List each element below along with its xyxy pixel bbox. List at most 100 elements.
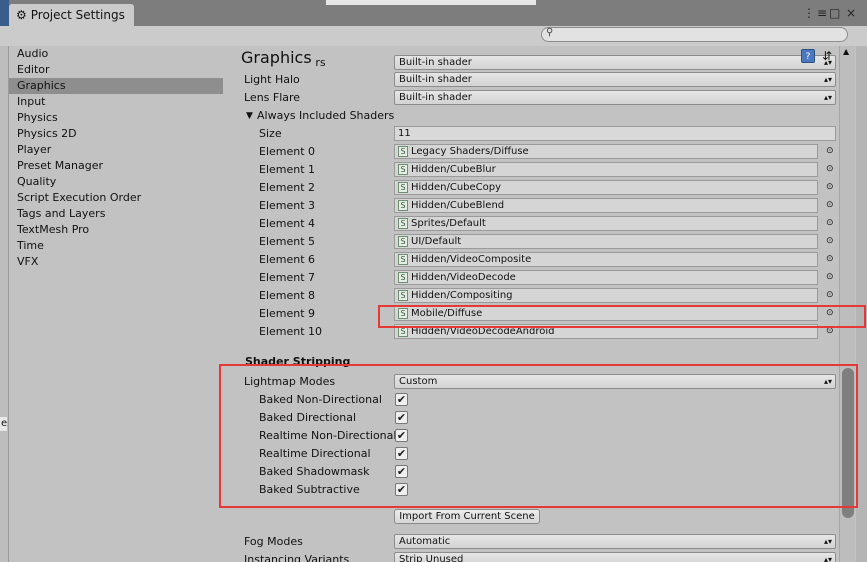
- checkmark-icon: ✔: [396, 483, 407, 496]
- shader-object-field[interactable]: S Sprites/Default: [394, 216, 818, 231]
- shader-name: Hidden/CubeBlur: [411, 164, 496, 175]
- object-picker-icon[interactable]: ⊙: [826, 183, 834, 192]
- always-included-foldout[interactable]: ▼ Always Included Shaders: [233, 107, 839, 125]
- scroll-up-arrow-icon[interactable]: ▲: [843, 47, 849, 56]
- lightmap-modes-dropdown[interactable]: Custom ▴▾: [394, 374, 836, 389]
- dropdown-arrow-icon: ▴▾: [823, 377, 832, 386]
- fog-modes-value: Automatic: [399, 536, 451, 547]
- shader-object-field[interactable]: S Hidden/VideoDecode: [394, 270, 818, 285]
- sidebar-item-preset-manager[interactable]: Preset Manager: [9, 158, 223, 174]
- object-picker-icon[interactable]: ⊙: [826, 309, 834, 318]
- checkbox[interactable]: ✔: [395, 447, 408, 460]
- instancing-variants-dropdown[interactable]: Strip Unused ▴▾: [394, 552, 836, 562]
- tab-list-icon[interactable]: ≡: [817, 6, 827, 20]
- light-halo-row: Light Halo Built-in shader ▴▾: [233, 71, 839, 89]
- shader-object-field[interactable]: S Mobile/Diffuse: [394, 306, 818, 321]
- sidebar-item-textmesh-pro[interactable]: TextMesh Pro: [9, 222, 223, 238]
- shader-element-row: Element 1 S Hidden/CubeBlur ⊙: [233, 161, 839, 179]
- shader-object-field[interactable]: S Hidden/CubeBlend: [394, 198, 818, 213]
- lens-flare-dropdown[interactable]: Built-in shader ▴▾: [394, 90, 836, 105]
- shader-file-icon: S: [398, 200, 408, 211]
- checkbox[interactable]: ✔: [395, 483, 408, 496]
- shader-object-field[interactable]: S Hidden/VideoDecodeAndroid: [394, 324, 818, 339]
- element-label: Element 7: [259, 271, 316, 284]
- element-label: Element 4: [259, 217, 316, 230]
- object-picker-icon[interactable]: ⊙: [826, 219, 834, 228]
- object-picker-icon[interactable]: ⊙: [826, 165, 834, 174]
- sidebar-item-vfx[interactable]: VFX: [9, 254, 223, 270]
- dropdown-arrow-icon: ▴▾: [823, 537, 832, 546]
- shader-name: Hidden/Compositing: [411, 290, 513, 301]
- checkbox[interactable]: ✔: [395, 393, 408, 406]
- object-picker-icon[interactable]: ⊙: [826, 273, 834, 282]
- object-picker-icon[interactable]: ⊙: [826, 201, 834, 210]
- size-field[interactable]: 11: [394, 126, 836, 141]
- shader-object-field[interactable]: S Hidden/Compositing: [394, 288, 818, 303]
- lightmap-modes-label: Lightmap Modes: [244, 375, 336, 388]
- sidebar-item-input[interactable]: Input: [9, 94, 223, 110]
- sidebar-item-editor[interactable]: Editor: [9, 62, 223, 78]
- checkbox[interactable]: ✔: [395, 465, 408, 478]
- fog-modes-dropdown[interactable]: Automatic ▴▾: [394, 534, 836, 549]
- fog-modes-row: Fog Modes Automatic ▴▾: [233, 533, 839, 551]
- vertical-scrollbar[interactable]: ▲: [839, 46, 855, 562]
- shader-object-field[interactable]: S Hidden/VideoComposite: [394, 252, 818, 267]
- motion-vectors-row: Motion Vectors Built-in shader ▴▾: [233, 54, 839, 72]
- search-icon: ⚲: [546, 27, 554, 38]
- element-label: Element 2: [259, 181, 316, 194]
- foldout-arrow-icon[interactable]: ▼: [246, 111, 253, 121]
- shader-object-field[interactable]: S UI/Default: [394, 234, 818, 249]
- maximize-icon[interactable]: □: [829, 6, 840, 20]
- help-book-icon[interactable]: ?: [801, 49, 815, 63]
- lens-flare-row: Lens Flare Built-in shader ▴▾: [233, 89, 839, 107]
- shader-name: Hidden/VideoComposite: [411, 254, 532, 265]
- checkmark-icon: ✔: [396, 465, 407, 478]
- shader-file-icon: S: [398, 272, 408, 283]
- lightmap-modes-row: Lightmap Modes Custom ▴▾: [233, 373, 839, 391]
- preset-sliders-icon[interactable]: ⇵: [820, 49, 834, 63]
- sidebar-item-time[interactable]: Time: [9, 238, 223, 254]
- check-label: Realtime Directional: [259, 447, 371, 460]
- light-halo-dropdown[interactable]: Built-in shader ▴▾: [394, 72, 836, 87]
- sidebar-item-graphics[interactable]: Graphics: [9, 78, 223, 94]
- object-picker-icon[interactable]: ⊙: [826, 255, 834, 264]
- sidebar-item-physics-2d[interactable]: Physics 2D: [9, 126, 223, 142]
- checkbox[interactable]: ✔: [395, 411, 408, 424]
- sidebar-item-tags-and-layers[interactable]: Tags and Layers: [9, 206, 223, 222]
- shader-element-row: Element 6 S Hidden/VideoComposite ⊙: [233, 251, 839, 269]
- lightmap-check-row: Baked Non-Directional ✔: [233, 391, 839, 409]
- sidebar-item-script-execution-order[interactable]: Script Execution Order: [9, 190, 223, 206]
- shader-object-field[interactable]: S Hidden/CubeBlur: [394, 162, 818, 177]
- object-picker-icon[interactable]: ⊙: [826, 147, 834, 156]
- close-icon[interactable]: ×: [846, 6, 856, 20]
- checkmark-icon: ✔: [396, 411, 407, 424]
- settings-toolbar: ⚲: [0, 26, 867, 46]
- shader-file-icon: S: [398, 308, 408, 319]
- motion-vectors-dropdown[interactable]: Built-in shader ▴▾: [394, 55, 836, 70]
- dropdown-arrow-icon: ▴▾: [823, 555, 832, 562]
- sidebar-item-physics[interactable]: Physics: [9, 110, 223, 126]
- sidebar-item-player[interactable]: Player: [9, 142, 223, 158]
- shader-name: Legacy Shaders/Diffuse: [411, 146, 529, 157]
- shader-object-field[interactable]: S Hidden/CubeCopy: [394, 180, 818, 195]
- light-halo-label: Light Halo: [244, 73, 300, 86]
- object-picker-icon[interactable]: ⊙: [826, 237, 834, 246]
- object-picker-icon[interactable]: ⊙: [826, 291, 834, 300]
- lightmap-check-row: Realtime Non-Directional ✔: [233, 427, 839, 445]
- window-title: Project Settings: [30, 8, 125, 22]
- sidebar-item-quality[interactable]: Quality: [9, 174, 223, 190]
- shader-file-icon: S: [398, 146, 408, 157]
- lens-flare-label: Lens Flare: [244, 91, 301, 104]
- kebab-menu-icon[interactable]: ⋮: [803, 6, 815, 20]
- import-from-current-scene-button[interactable]: Import From Current Scene: [394, 509, 540, 524]
- element-label: Element 0: [259, 145, 316, 158]
- project-settings-tab[interactable]: ⚙ Project Settings: [9, 4, 134, 26]
- checkbox[interactable]: ✔: [395, 429, 408, 442]
- sidebar-item-audio[interactable]: Audio: [9, 46, 223, 62]
- checkmark-icon: ✔: [396, 447, 407, 460]
- search-input[interactable]: ⚲: [541, 27, 848, 42]
- shader-object-field[interactable]: S Legacy Shaders/Diffuse: [394, 144, 818, 159]
- scrollbar-thumb[interactable]: [842, 368, 854, 518]
- object-picker-icon[interactable]: ⊙: [826, 327, 834, 336]
- instancing-variants-value: Strip Unused: [399, 554, 464, 562]
